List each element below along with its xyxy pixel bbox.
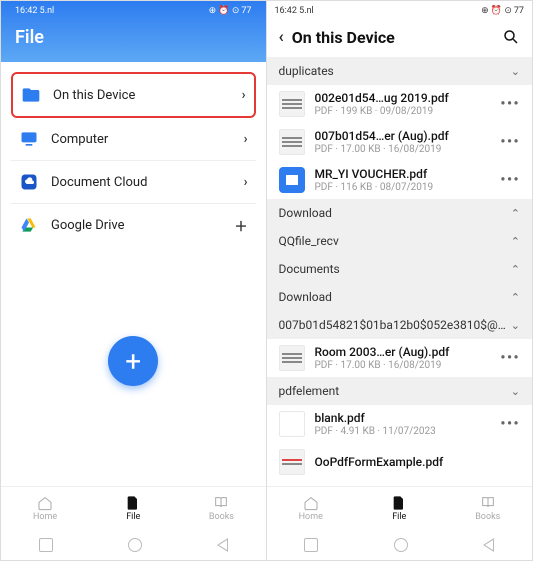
location-label: Google Drive (51, 218, 222, 233)
system-navbar[interactable] (267, 530, 533, 560)
books-icon (480, 495, 496, 511)
screen-on-this-device: 16:42 5.nl ⊕ ⏰ ⊙ 77 ‹ On this Device dup… (267, 1, 533, 560)
group-qqfile[interactable]: QQfile_recv⌃ (267, 227, 533, 255)
pdf-thumb-icon (279, 91, 305, 117)
home-button[interactable] (394, 538, 408, 552)
tab-file[interactable]: File (355, 487, 444, 530)
plus-icon: ＋ (234, 216, 247, 235)
chevron-right-icon: › (244, 132, 248, 147)
group-duplicates[interactable]: duplicates ⌄ (267, 57, 533, 85)
more-icon[interactable]: ••• (500, 96, 520, 112)
gdrive-icon (19, 215, 39, 235)
file-icon (125, 495, 141, 511)
tab-books[interactable]: Books (177, 487, 265, 530)
bottom-tabs: Home File Books (1, 486, 266, 530)
location-computer[interactable]: Computer › (11, 118, 256, 161)
recents-button[interactable] (39, 538, 53, 552)
page-title: File (15, 27, 252, 48)
tab-home[interactable]: Home (1, 487, 89, 530)
group-download-2[interactable]: Download⌃ (267, 283, 533, 311)
computer-icon (19, 129, 39, 149)
system-navbar[interactable] (1, 530, 266, 560)
folder-icon (21, 85, 41, 105)
recents-button[interactable] (304, 538, 318, 552)
more-icon[interactable]: ••• (500, 416, 520, 432)
screen-file-locations: 16:42 5.nl ⊕ ⏰ ⊙ 77 File On this Device … (1, 1, 267, 560)
tab-home[interactable]: Home (267, 487, 356, 530)
chevron-down-icon: ⌄ (511, 319, 520, 332)
location-label: Document Cloud (51, 175, 232, 190)
chevron-right-icon: › (244, 175, 248, 190)
back-icon[interactable]: ‹ (279, 27, 284, 47)
file-row[interactable]: OoPdfFormExample.pdf (267, 443, 533, 481)
status-bar: 16:42 5.nl ⊕ ⏰ ⊙ 77 (267, 1, 533, 19)
home-button[interactable] (128, 538, 142, 552)
file-row[interactable]: 007b01d54…er (Aug).pdfPDF · 17.00 KB · 1… (267, 123, 533, 161)
bottom-tabs: Home File Books (267, 486, 533, 530)
more-icon[interactable]: ••• (500, 172, 520, 188)
status-bar: 16:42 5.nl ⊕ ⏰ ⊙ 77 (15, 1, 252, 19)
group-longname[interactable]: 007b01d54821$01ba12b0$052e3810$@gobiminc… (267, 311, 533, 339)
back-button[interactable] (483, 538, 494, 552)
chevron-up-icon: ⌃ (511, 291, 520, 304)
back-button[interactable] (217, 538, 228, 552)
pdf-app-icon (279, 167, 305, 193)
chevron-down-icon: ⌄ (511, 385, 520, 398)
location-on-this-device[interactable]: On this Device › (11, 72, 256, 118)
more-icon[interactable]: ••• (500, 350, 520, 366)
cloud-icon (19, 172, 39, 192)
chevron-down-icon: ⌄ (511, 65, 520, 78)
home-icon (37, 495, 53, 511)
header: ‹ On this Device (267, 19, 533, 57)
group-download[interactable]: Download⌃ (267, 199, 533, 227)
file-row[interactable]: 002e01d54…ug 2019.pdfPDF · 199 KB · 09/0… (267, 85, 533, 123)
file-icon (391, 495, 407, 511)
pdf-thumb-icon (279, 411, 305, 437)
file-row[interactable]: MR_YI VOUCHER.pdfPDF · 116 KB · 08/07/20… (267, 161, 533, 199)
location-label: On this Device (53, 88, 230, 103)
home-icon (303, 495, 319, 511)
group-documents[interactable]: Documents⌃ (267, 255, 533, 283)
fab-add[interactable]: + (108, 336, 158, 386)
location-google-drive[interactable]: Google Drive ＋ (11, 204, 256, 246)
file-row[interactable]: blank.pdfPDF · 4.91 KB · 11/07/2023 ••• (267, 405, 533, 443)
tab-books[interactable]: Books (444, 487, 533, 530)
chevron-right-icon: › (242, 88, 246, 103)
location-label: Computer (51, 132, 232, 147)
chevron-up-icon: ⌃ (511, 207, 520, 220)
pdf-thumb-icon (279, 345, 305, 371)
books-icon (213, 495, 229, 511)
file-row[interactable]: Room 2003…er (Aug).pdfPDF · 17.00 KB · 1… (267, 339, 533, 377)
pdf-thumb-icon (279, 129, 305, 155)
tab-file[interactable]: File (89, 487, 177, 530)
page-title: On this Device (292, 28, 494, 47)
group-pdfelement[interactable]: pdfelement⌄ (267, 377, 533, 405)
chevron-up-icon: ⌃ (511, 235, 520, 248)
location-document-cloud[interactable]: Document Cloud › (11, 161, 256, 204)
search-icon[interactable] (502, 28, 520, 46)
chevron-up-icon: ⌃ (511, 263, 520, 276)
pdf-thumb-icon (279, 449, 305, 475)
more-icon[interactable]: ••• (500, 134, 520, 150)
